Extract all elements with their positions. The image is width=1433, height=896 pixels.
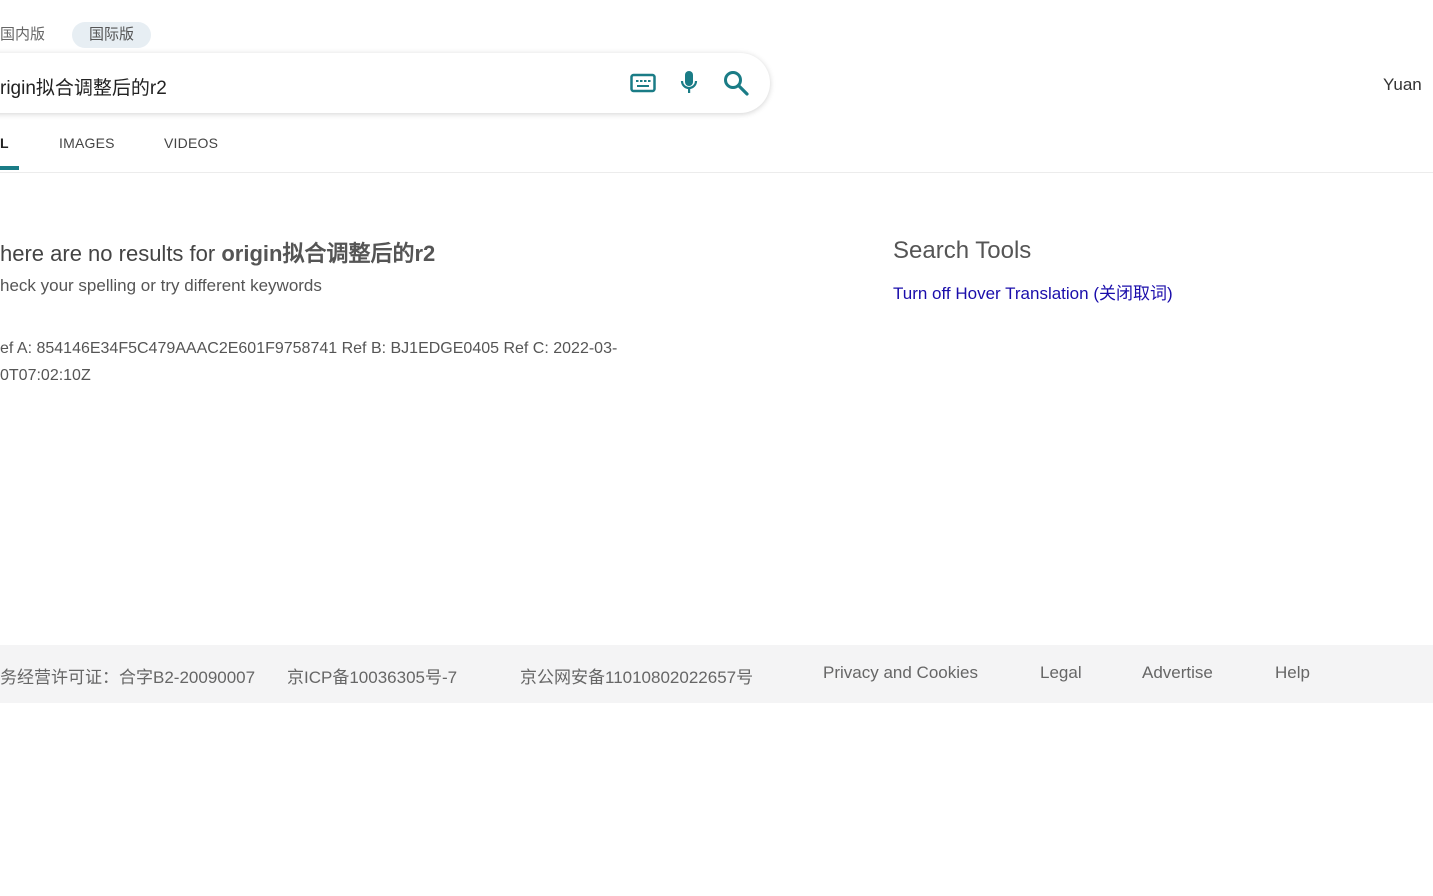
no-results-prefix: here are no results for — [0, 241, 222, 266]
footer-license[interactable]: 务经营许可证：合字B2-20090007 — [0, 663, 255, 688]
tab-all[interactable]: L — [0, 135, 9, 151]
footer-privacy[interactable]: Privacy and Cookies — [823, 663, 978, 683]
microphone-icon[interactable] — [674, 68, 704, 98]
hover-translation-link[interactable]: Turn off Hover Translation (关闭取词) — [893, 279, 1173, 304]
scope-domestic[interactable]: 国内版 — [0, 22, 45, 48]
footer-legal[interactable]: Legal — [1040, 663, 1082, 683]
ref-line-2: 0T07:02:10Z — [0, 367, 91, 384]
footer-advertise[interactable]: Advertise — [1142, 663, 1213, 683]
footer-police[interactable]: 京公网安备11010802022657号 — [520, 663, 753, 688]
footer-icp[interactable]: 京ICP备10036305号-7 — [287, 663, 457, 688]
keyboard-icon[interactable] — [628, 68, 658, 98]
search-tools-title: Search Tools — [893, 237, 1032, 264]
footer-help[interactable]: Help — [1275, 663, 1310, 683]
scope-international[interactable]: 国际版 — [72, 22, 152, 48]
search-input[interactable]: rigin拟合调整后的r2 — [0, 73, 167, 100]
no-results-message: here are no results for origin拟合调整后的r2 — [0, 236, 435, 268]
tab-videos[interactable]: VIDEOS — [164, 135, 218, 151]
spelling-hint: heck your spelling or try different keyw… — [0, 276, 322, 295]
reference-info: ef A: 854146E34F5C479AAAC2E601F9758741 R… — [0, 335, 617, 389]
no-results-query: origin拟合调整后的r2 — [221, 241, 436, 266]
active-tab-indicator — [0, 166, 19, 170]
user-name[interactable]: Yuan — [1383, 75, 1422, 95]
header-divider — [0, 172, 1433, 173]
ref-line-1: ef A: 854146E34F5C479AAAC2E601F9758741 R… — [0, 340, 618, 357]
search-icon[interactable] — [721, 68, 751, 98]
tab-images[interactable]: IMAGES — [59, 135, 115, 151]
